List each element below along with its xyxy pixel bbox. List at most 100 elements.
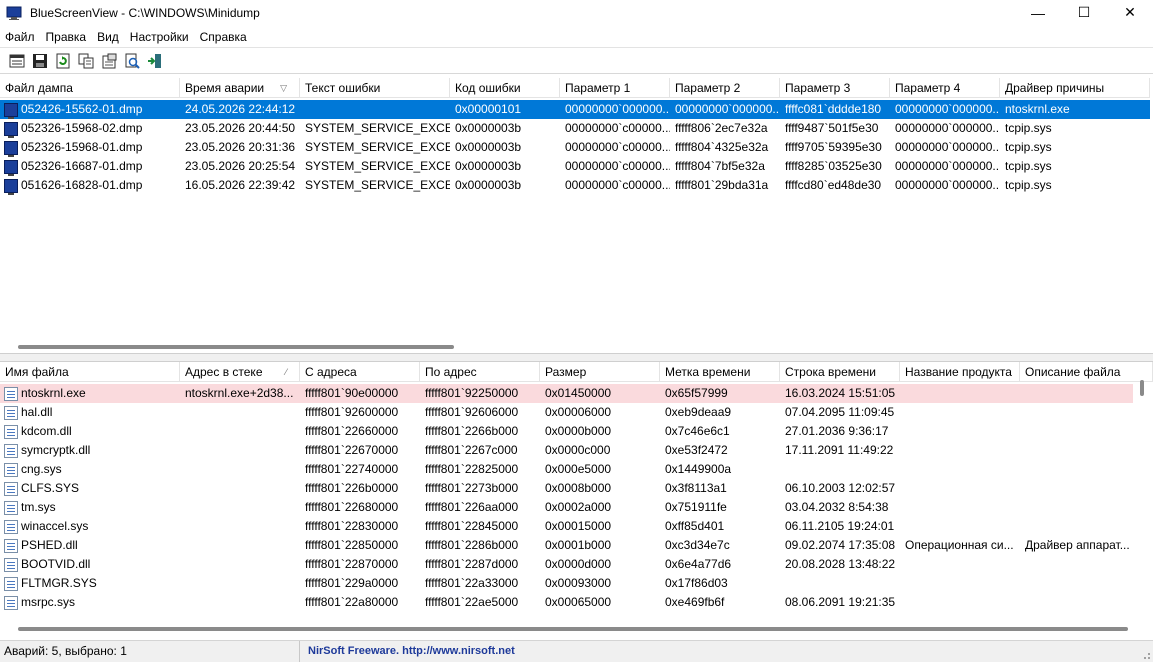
crash-row[interactable]: 052426-15562-01.dmp 24.05.2026 22:44:12 …	[0, 100, 1150, 119]
title-bar: BlueScreenView - C:\WINDOWS\Minidump — ☐…	[0, 0, 1153, 25]
save-button[interactable]	[29, 50, 51, 72]
find-button[interactable]	[121, 50, 143, 72]
address-in-stack	[180, 498, 300, 517]
menu-help[interactable]: Справка	[197, 30, 250, 44]
menu-file[interactable]: Файл	[2, 30, 38, 44]
col-bug-check-string[interactable]: Текст ошибки	[300, 78, 450, 98]
col-product-name[interactable]: Название продукта	[900, 362, 1020, 382]
driver-row[interactable]: FLTMGR.SYS fffff801`229a0000 fffff801`22…	[0, 574, 1133, 593]
product-name	[900, 460, 1020, 479]
crash-list-header: Файл дампа Время аварии ▽ Текст ошибки Ко…	[0, 78, 1150, 98]
file-description	[1020, 460, 1133, 479]
file-description	[1020, 517, 1133, 536]
caused-by-driver: tcpip.sys	[1005, 140, 1052, 154]
time-stamp: 0xeb9deaa9	[665, 405, 732, 419]
driver-row[interactable]: BOOTVID.dll fffff801`22870000 fffff801`2…	[0, 555, 1133, 574]
sort-indicator-icon: ⁄	[285, 367, 287, 377]
col-parameter-1[interactable]: Параметр 1	[560, 78, 670, 98]
copy-button[interactable]	[75, 50, 97, 72]
nirsoft-link[interactable]: NirSoft Freeware. http://www.nirsoft.net	[300, 641, 515, 662]
col-address-in-stack[interactable]: Адрес в стеке ⁄	[180, 362, 300, 382]
size: 0x01450000	[545, 386, 612, 400]
html-report-button[interactable]	[98, 50, 120, 72]
driver-list-horizontal-scrollbar[interactable]	[18, 627, 1128, 631]
from-address: fffff801`22850000	[305, 538, 399, 552]
driver-row[interactable]: hal.dll fffff801`92600000 fffff801`92606…	[0, 403, 1133, 422]
refresh-button[interactable]	[52, 50, 74, 72]
driver-row[interactable]: CLFS.SYS fffff801`226b0000 fffff801`2273…	[0, 479, 1133, 498]
dump-file-icon	[4, 140, 18, 157]
col-parameter-2[interactable]: Параметр 2	[670, 78, 780, 98]
parameter-1: 00000000`c00000...	[565, 121, 670, 135]
col-time-string[interactable]: Строка времени	[780, 362, 900, 382]
col-dump-file[interactable]: Файл дампа	[0, 78, 180, 98]
crash-row[interactable]: 052326-15968-01.dmp 23.05.2026 20:31:36 …	[0, 138, 1150, 157]
driver-row[interactable]: symcryptk.dll fffff801`22670000 fffff801…	[0, 441, 1133, 460]
time-stamp: 0xff85d401	[665, 519, 725, 533]
crash-time: 24.05.2026 22:44:12	[185, 102, 296, 116]
address-in-stack	[180, 593, 300, 612]
from-address: fffff801`22680000	[305, 500, 399, 514]
driver-list-header: Имя файла Адрес в стеке ⁄ С адреса По адр…	[0, 362, 1153, 382]
col-bug-check-code[interactable]: Код ошибки	[450, 78, 560, 98]
properties-button[interactable]	[6, 50, 28, 72]
pane-splitter[interactable]	[0, 354, 1153, 361]
size: 0x0001b000	[545, 538, 612, 552]
file-description	[1020, 403, 1133, 422]
resize-grip-icon[interactable]	[1141, 650, 1151, 660]
time-stamp: 0xe53f2472	[665, 443, 728, 457]
crash-row[interactable]: 052326-15968-02.dmp 23.05.2026 20:44:50 …	[0, 119, 1150, 138]
crash-time: 23.05.2026 20:25:54	[185, 159, 296, 173]
col-filename[interactable]: Имя файла	[0, 362, 180, 382]
crash-time: 23.05.2026 20:31:36	[185, 140, 296, 154]
time-string: 16.03.2024 15:51:05	[785, 386, 896, 400]
exit-button[interactable]	[144, 50, 166, 72]
driver-row[interactable]: cng.sys fffff801`22740000 fffff801`22825…	[0, 460, 1133, 479]
col-size[interactable]: Размер	[540, 362, 660, 382]
size: 0x00015000	[545, 519, 612, 533]
col-file-description[interactable]: Описание файла	[1020, 362, 1153, 382]
driver-row[interactable]: winaccel.sys fffff801`22830000 fffff801`…	[0, 517, 1133, 536]
driver-file-name: hal.dll	[21, 405, 53, 419]
time-stamp: 0xe469fb6f	[665, 595, 725, 609]
driver-row[interactable]: msrpc.sys fffff801`22a80000 fffff801`22a…	[0, 593, 1133, 612]
driver-row[interactable]: PSHED.dll fffff801`22850000 fffff801`228…	[0, 536, 1133, 555]
time-string: 07.04.2095 11:09:45	[785, 405, 895, 419]
driver-row[interactable]: tm.sys fffff801`22680000 fffff801`226aa0…	[0, 498, 1133, 517]
menu-edit[interactable]: Правка	[43, 30, 90, 44]
col-parameter-4[interactable]: Параметр 4	[890, 78, 1000, 98]
file-description	[1020, 384, 1133, 403]
col-crash-time[interactable]: Время аварии ▽	[180, 78, 300, 98]
time-stamp: 0x7c46e6c1	[665, 424, 730, 438]
col-parameter-3[interactable]: Параметр 3	[780, 78, 890, 98]
menu-options[interactable]: Настройки	[127, 30, 192, 44]
parameter-4: 00000000`000000...	[895, 140, 1000, 154]
driver-file-name: cng.sys	[21, 462, 62, 476]
address-in-stack	[180, 536, 300, 555]
close-button[interactable]: ✕	[1107, 0, 1153, 25]
maximize-button[interactable]: ☐	[1061, 0, 1107, 25]
driver-list-vertical-scrollbar[interactable]	[1140, 380, 1144, 396]
address-in-stack	[180, 422, 300, 441]
address-in-stack	[180, 460, 300, 479]
col-from-address[interactable]: С адреса	[300, 362, 420, 382]
dump-file-icon	[4, 159, 18, 176]
crash-row[interactable]: 052326-16687-01.dmp 23.05.2026 20:25:54 …	[0, 157, 1150, 176]
col-time-stamp[interactable]: Метка времени	[660, 362, 780, 382]
time-stamp: 0xc3d34e7c	[665, 538, 730, 552]
col-to-address[interactable]: По адрес	[420, 362, 540, 382]
crash-row[interactable]: 051626-16828-01.dmp 16.05.2026 22:39:42 …	[0, 176, 1150, 195]
driver-file-name: BOOTVID.dll	[21, 557, 91, 571]
time-string: 06.10.2003 12:02:57	[785, 481, 896, 495]
size: 0x0000b000	[545, 424, 612, 438]
driver-file-name: msrpc.sys	[21, 595, 75, 609]
driver-row[interactable]: ntoskrnl.exe ntoskrnl.exe+2d38... fffff8…	[0, 384, 1133, 403]
crash-list-horizontal-scrollbar[interactable]	[18, 345, 454, 349]
driver-file-name: kdcom.dll	[21, 424, 72, 438]
menu-view[interactable]: Вид	[94, 30, 122, 44]
parameter-2: fffff804`7bf5e32a	[675, 159, 765, 173]
col-caused-by-driver[interactable]: Драйвер причины	[1000, 78, 1150, 98]
driver-row[interactable]: kdcom.dll fffff801`22660000 fffff801`226…	[0, 422, 1133, 441]
caused-by-driver: tcpip.sys	[1005, 121, 1052, 135]
minimize-button[interactable]: —	[1015, 0, 1061, 25]
